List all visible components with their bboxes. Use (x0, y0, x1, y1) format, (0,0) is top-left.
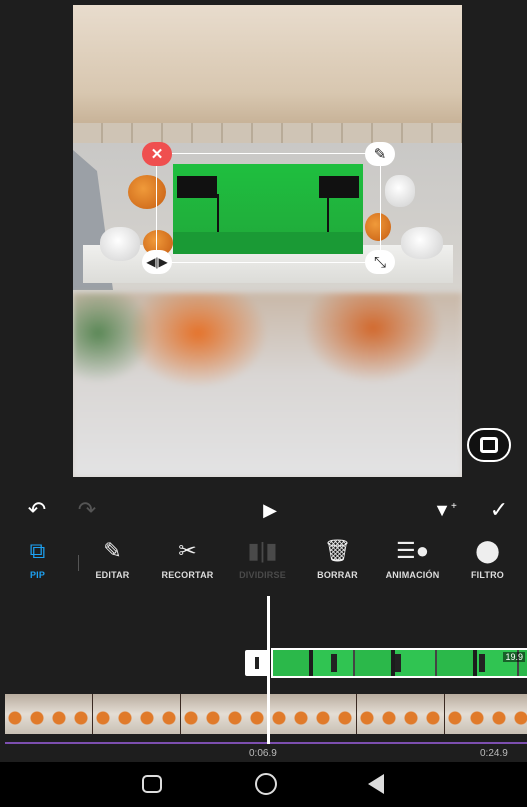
tool-animacion[interactable]: ☰● ANIMACIÓN (375, 536, 450, 596)
pip-flip-handle[interactable]: ◀|▶ (142, 250, 172, 274)
keyframe-add-icon: ▼+ (433, 499, 457, 520)
softbox-left (177, 176, 217, 198)
preview-wall (73, 5, 462, 130)
main-video-track[interactable] (5, 694, 527, 734)
tool-label: RECORTAR (161, 570, 214, 580)
filter-icon: ⬤ (475, 538, 500, 563)
tool-label: FILTRO (470, 570, 505, 580)
toolbar-divider (78, 555, 79, 571)
pip-close-handle[interactable]: ✕ (142, 142, 172, 166)
skull-decoration (401, 227, 443, 259)
clip-thumbnail-figure (479, 654, 485, 672)
skull-decoration (385, 175, 415, 207)
clip-thumbnail-figure (395, 654, 401, 672)
playhead[interactable] (267, 596, 270, 744)
check-icon: ✓ (489, 497, 509, 522)
split-icon: ▮|▮ (247, 538, 278, 563)
aspect-fit-button[interactable] (467, 428, 511, 462)
pip-overlay[interactable]: ✕ ✎ ◀|▶ ⤡ (142, 142, 395, 274)
flip-icon: ◀|▶ (146, 255, 168, 269)
edit-toolbar: ⧉ PIP ✎ EDITAR ✂ RECORTAR ▮|▮ DIVIDIRSE … (0, 536, 527, 596)
system-nav-bar (0, 762, 527, 807)
tool-label: ANIMACIÓN (385, 570, 440, 580)
recents-icon[interactable] (142, 775, 162, 793)
tool-label: PIP (29, 570, 46, 580)
resize-icon: ⤡ (373, 253, 386, 271)
tool-dividirse[interactable]: ▮|▮ DIVIDIRSE (225, 536, 300, 596)
preview-ceiling (73, 123, 462, 145)
scissors-icon: ✂ (178, 538, 197, 563)
pip-clip-duration: 19.9 (503, 652, 525, 662)
pencil-icon: ✎ (373, 146, 387, 163)
tool-label: DIVIDIRSE (239, 570, 286, 580)
preview-blurred-background (73, 293, 462, 477)
clip-thumbnail-figure (331, 654, 337, 672)
play-icon: ▶ (263, 499, 277, 520)
pip-scale-handle[interactable]: ⤡ (365, 250, 395, 274)
video-preview[interactable]: ✕ ✎ ◀|▶ ⤡ (73, 5, 462, 477)
tool-pip[interactable]: ⧉ PIP (0, 536, 75, 596)
total-time: 0:24.9 (480, 748, 508, 759)
back-icon[interactable] (368, 774, 384, 794)
pip-clip-trim-handle[interactable] (245, 650, 269, 676)
redo-button[interactable]: ↷ (72, 496, 102, 524)
tool-label: BORRAR (317, 570, 358, 580)
pip-green-screen (173, 164, 363, 254)
tool-editar[interactable]: ✎ EDITAR (75, 536, 150, 596)
audio-track-line (5, 742, 527, 744)
close-icon: ✕ (150, 146, 164, 163)
softbox-right (319, 176, 359, 198)
home-icon[interactable] (255, 773, 277, 795)
skull-decoration (100, 227, 140, 261)
pip-icon: ⧉ (29, 538, 46, 563)
tool-borrar[interactable]: 🗑 BORRAR (300, 536, 375, 596)
undo-icon: ↶ (27, 497, 47, 522)
pip-clip-track[interactable]: 19.9 (271, 648, 527, 678)
aspect-fit-icon (480, 437, 498, 453)
undo-button[interactable]: ↶ (22, 496, 52, 524)
redo-icon: ↷ (77, 497, 97, 522)
trash-icon: 🗑 (323, 538, 352, 563)
green-floor (173, 232, 363, 254)
keyframe-add-button[interactable]: ▼+ (430, 496, 460, 524)
pip-edit-handle[interactable]: ✎ (365, 142, 395, 166)
tool-filtro[interactable]: ⬤ FILTRO (450, 536, 525, 596)
tool-recortar[interactable]: ✂ RECORTAR (150, 536, 225, 596)
confirm-button[interactable]: ✓ (484, 496, 514, 524)
current-time: 0:06.9 (249, 748, 277, 759)
pencil-icon: ✎ (103, 538, 122, 563)
play-button[interactable]: ▶ (255, 496, 285, 524)
tool-label: EDITAR (95, 570, 130, 580)
animation-icon: ☰● (395, 538, 429, 563)
